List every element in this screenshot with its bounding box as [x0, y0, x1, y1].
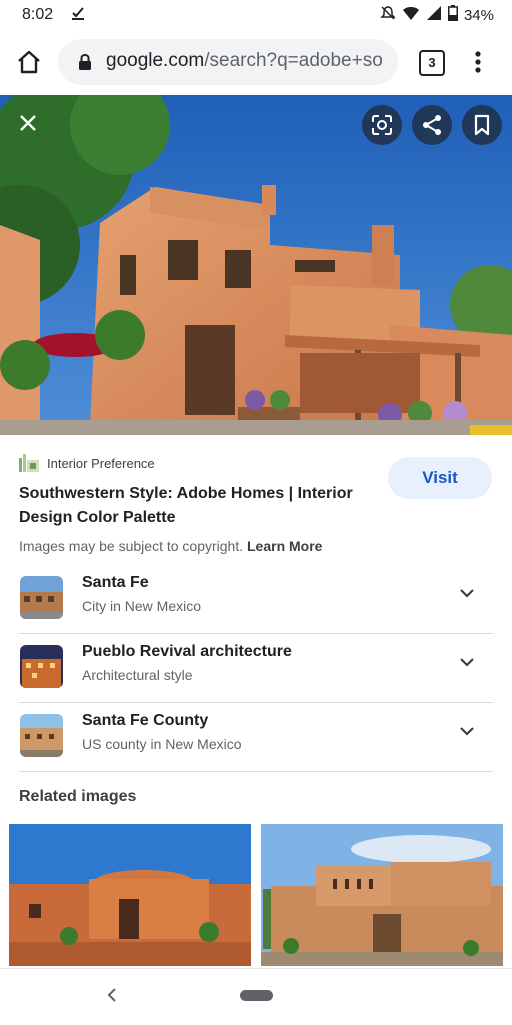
chevron-down-icon[interactable]	[458, 722, 476, 740]
signal-icon	[426, 5, 442, 25]
entity-subtitle: Architectural style	[82, 667, 193, 683]
result-title[interactable]: Southwestern Style: Adobe Homes | Interi…	[19, 482, 369, 530]
back-icon[interactable]	[106, 987, 118, 1008]
system-nav-bar	[0, 968, 512, 1025]
more-vert-icon[interactable]	[470, 48, 486, 76]
url-text: google.com/search?q=adobe+so	[106, 50, 391, 72]
entity-thumbnail	[20, 645, 63, 688]
status-time: 8:02	[22, 6, 54, 23]
lens-icon[interactable]	[362, 105, 402, 145]
entity-row[interactable]: Santa Fe City in New Mexico	[0, 566, 512, 634]
source-site[interactable]: Interior Preference	[19, 454, 155, 472]
entity-name: Santa Fe	[82, 574, 149, 591]
mute-icon	[380, 5, 396, 25]
home-icon[interactable]	[14, 47, 44, 77]
divider	[19, 771, 493, 772]
entity-row[interactable]: Santa Fe County US county in New Mexico	[0, 704, 512, 772]
share-icon[interactable]	[412, 105, 452, 145]
entity-thumbnail	[20, 576, 63, 619]
site-favicon-icon	[19, 454, 39, 472]
adobe-building-photo	[0, 95, 512, 435]
source-name: Interior Preference	[47, 455, 155, 471]
tab-switcher-button[interactable]: 3	[419, 50, 445, 76]
close-icon[interactable]	[8, 103, 48, 143]
copyright-text: Images may be subject to copyright.	[19, 538, 244, 554]
status-icons: 34%	[380, 5, 494, 25]
divider	[19, 633, 493, 634]
wifi-icon	[402, 5, 420, 25]
lock-icon	[78, 53, 92, 71]
chevron-down-icon[interactable]	[458, 653, 476, 671]
preview-image[interactable]	[0, 95, 512, 435]
entity-name: Pueblo Revival architecture	[82, 643, 292, 660]
chevron-down-icon[interactable]	[458, 584, 476, 602]
download-done-icon	[70, 5, 86, 25]
url-path: /search?q=adobe+so	[204, 50, 383, 71]
entity-subtitle: City in New Mexico	[82, 598, 202, 614]
related-image[interactable]	[9, 824, 251, 966]
entity-thumbnail	[20, 714, 63, 757]
entity-subtitle: US county in New Mexico	[82, 736, 242, 752]
url-host: google.com	[106, 50, 205, 71]
related-image[interactable]	[261, 824, 503, 966]
entity-name: Santa Fe County	[82, 712, 209, 729]
entity-row[interactable]: Pueblo Revival architecture Architectura…	[0, 635, 512, 703]
status-bar: 8:02 34%	[0, 0, 512, 32]
copyright-notice: Images may be subject to copyright. Lear…	[19, 538, 322, 554]
battery-percent: 34%	[463, 6, 494, 24]
visit-button[interactable]: Visit	[388, 457, 492, 499]
browser-toolbar: google.com/search?q=adobe+so 3	[0, 32, 512, 92]
home-pill-handle[interactable]	[240, 990, 273, 1001]
address-bar[interactable]: google.com/search?q=adobe+so	[58, 39, 398, 85]
bookmark-icon[interactable]	[462, 105, 502, 145]
related-images-heading: Related images	[19, 788, 137, 805]
battery-icon	[447, 5, 458, 25]
divider	[19, 702, 493, 703]
learn-more-link[interactable]: Learn More	[247, 538, 322, 554]
